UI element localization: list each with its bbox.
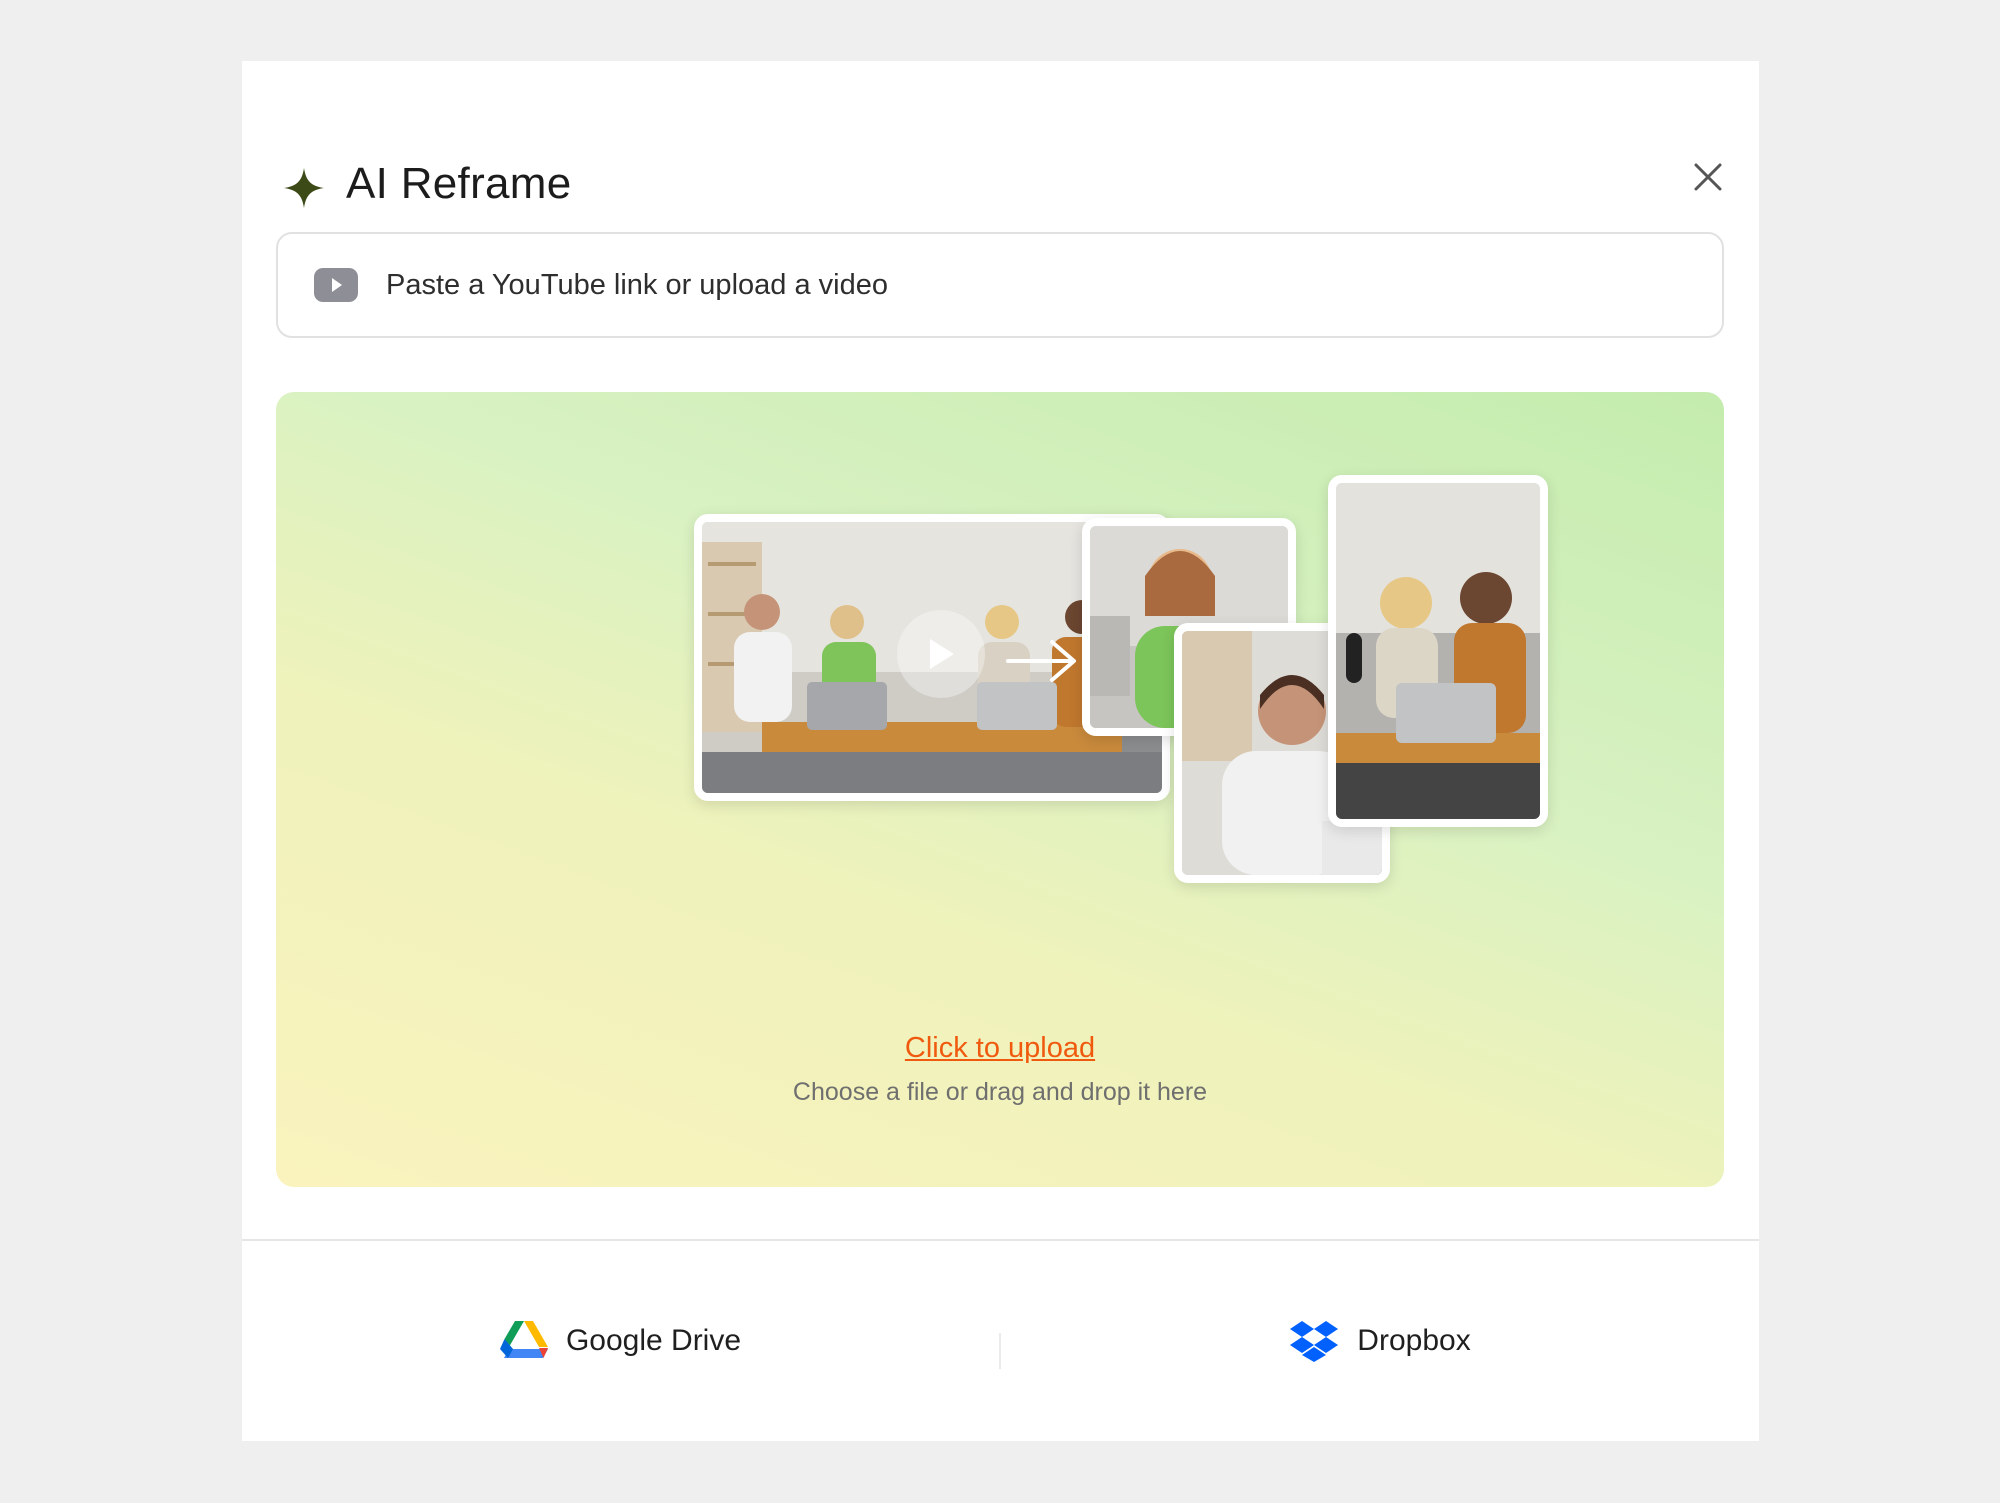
youtube-link-input[interactable]: Paste a YouTube link or upload a video <box>276 232 1724 338</box>
ai-reframe-dialog: AI Reframe Paste a YouTube link or uploa… <box>242 61 1759 1441</box>
google-drive-icon <box>499 1321 548 1358</box>
play-icon <box>897 610 985 698</box>
dropbox-label: Dropbox <box>1357 1324 1471 1357</box>
click-to-upload-link[interactable]: Click to upload <box>276 1029 1724 1067</box>
dialog-header: AI Reframe <box>242 61 1759 241</box>
upload-dropzone[interactable]: Click to upload Choose a file or drag an… <box>276 392 1724 1187</box>
dropbox-button[interactable]: Dropbox <box>1001 1241 1759 1441</box>
sparkle-icon <box>284 168 324 208</box>
google-drive-label: Google Drive <box>565 1324 742 1357</box>
dialog-title: AI Reframe <box>346 159 572 208</box>
youtube-icon <box>314 268 358 302</box>
upload-hint-text: Choose a file or drag and drop it here <box>792 1078 1208 1106</box>
close-icon <box>1694 163 1722 191</box>
vertical-clip-thumbnail-3 <box>1328 475 1548 827</box>
dropbox-icon <box>1290 1321 1339 1362</box>
youtube-link-placeholder: Paste a YouTube link or upload a video <box>386 269 888 301</box>
close-button[interactable] <box>1682 151 1734 203</box>
arrow-right-icon <box>1006 640 1076 682</box>
google-drive-button[interactable]: Google Drive <box>242 1241 999 1441</box>
import-sources-footer: Google Drive Dropbox <box>242 1239 1759 1441</box>
